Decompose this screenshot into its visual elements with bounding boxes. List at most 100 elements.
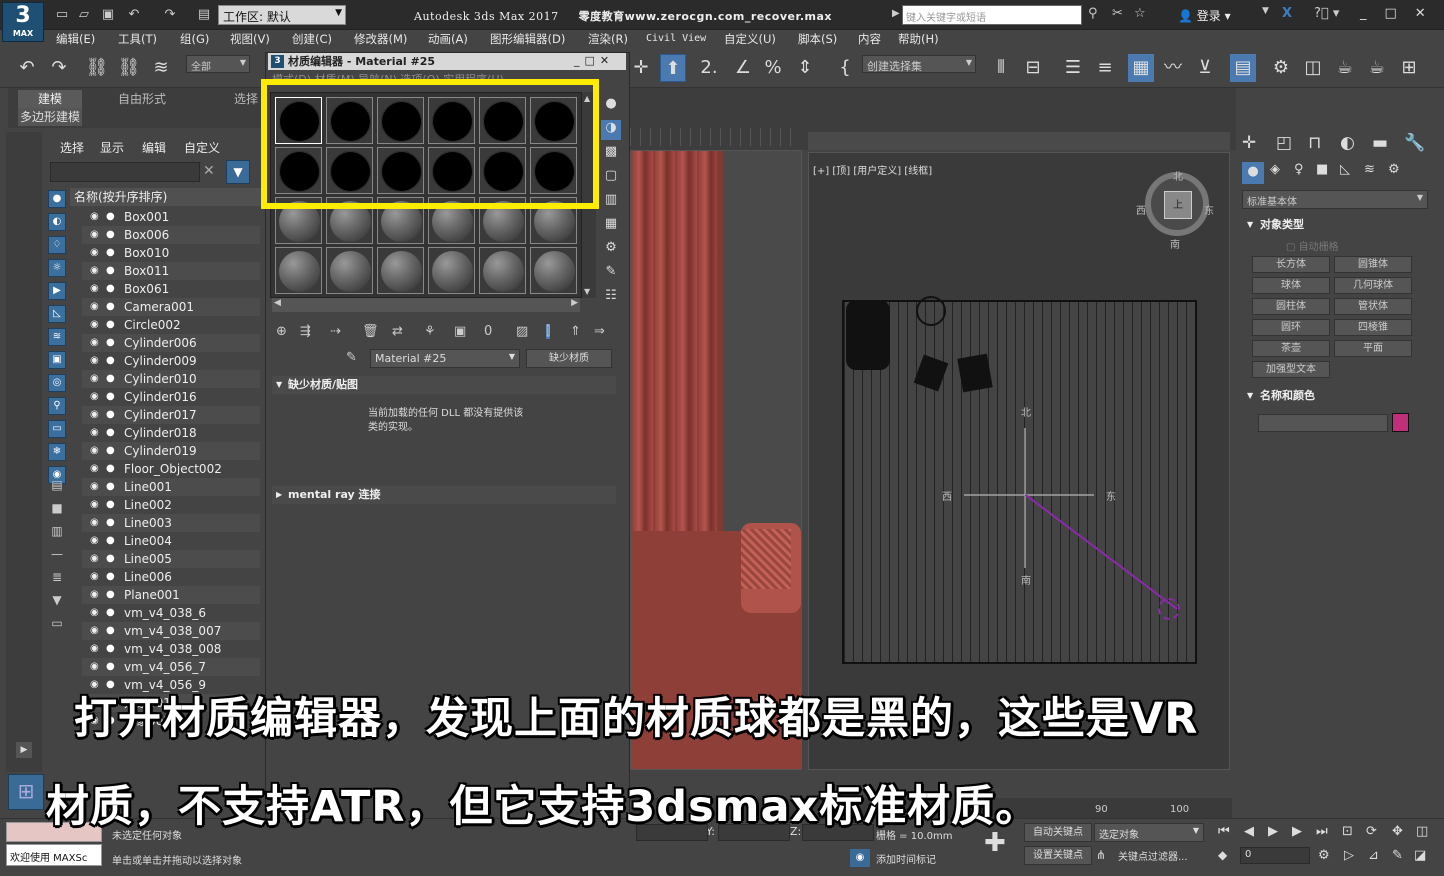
- material-editor-title[interactable]: 3 材质编辑器 - Material #25: [268, 53, 626, 70]
- list-item[interactable]: ◉ ● Cylinder006: [82, 334, 260, 352]
- backlight-icon[interactable]: ◑: [601, 120, 621, 140]
- pan-icon[interactable]: ✥: [1392, 824, 1403, 839]
- slots-hscrollbar[interactable]: ◀ ▶: [272, 298, 580, 312]
- layer-explorer-icon[interactable]: ☰: [1060, 54, 1086, 82]
- layers-icon[interactable]: ≣: [52, 570, 62, 584]
- filter-icon[interactable]: ▼: [226, 160, 250, 184]
- link-icon[interactable]: ⛓: [84, 54, 110, 82]
- video-color-check-icon[interactable]: ▥: [601, 192, 621, 212]
- list-item[interactable]: ◉ ● Cylinder009: [82, 352, 260, 370]
- eyedropper-icon[interactable]: ✎: [346, 350, 357, 365]
- menu-group[interactable]: 组(G): [180, 31, 209, 47]
- autogrid-checkbox[interactable]: ▢ 自动栅格: [1286, 238, 1339, 253]
- modify-tab-icon[interactable]: ◰: [1276, 133, 1292, 153]
- missing-material-button[interactable]: 缺少材质: [526, 349, 612, 368]
- star-icon[interactable]: ☆: [1134, 6, 1146, 21]
- render-setup-icon[interactable]: ⚙: [1268, 54, 1294, 82]
- visibility-eye-icon[interactable]: ◉: [90, 442, 99, 460]
- search-input[interactable]: 键入关键字或短语: [902, 5, 1082, 25]
- ribbon-toggle-icon[interactable]: ≡: [1092, 54, 1118, 82]
- window-controls[interactable]: _□✕: [1360, 6, 1444, 21]
- explorer-tab-edit[interactable]: 编辑: [142, 139, 166, 156]
- utilities-tab-icon[interactable]: 🔧: [1404, 133, 1425, 153]
- explorer-search-input[interactable]: [50, 162, 200, 182]
- explorer-tab-display[interactable]: 显示: [100, 139, 124, 156]
- list-item[interactable]: ◉ ● Box006: [82, 226, 260, 244]
- maxscript-welcome[interactable]: 欢迎使用 MAXSc: [6, 844, 102, 866]
- list-item[interactable]: ◉ ● Floor_Object002: [82, 460, 260, 478]
- ribbon-polygon-modeling[interactable]: 多边形建模: [18, 108, 82, 126]
- snaps-2-5-icon[interactable]: 2.: [696, 54, 722, 82]
- options-icon[interactable]: ⚙: [601, 240, 621, 260]
- object-category-dropdown[interactable]: 标准基本体 ▼: [1242, 190, 1428, 209]
- time-tag-icon[interactable]: ◉: [850, 849, 870, 867]
- key-selection-dropdown[interactable]: 选定对象 ▼: [1094, 823, 1204, 842]
- redo-icon[interactable]: ↷: [162, 7, 178, 23]
- ribbon-tab-modeling[interactable]: 建模: [18, 90, 82, 108]
- menu-tools[interactable]: 工具(T): [118, 31, 157, 47]
- explorer-tool-icons[interactable]: ▤ ■ ▥ — ≣ ▼ ▭: [50, 474, 64, 635]
- menu-create[interactable]: 创建(C): [292, 31, 332, 47]
- cameras-icon[interactable]: ■: [1316, 162, 1328, 177]
- material-editor-icon[interactable]: ▤: [1230, 54, 1256, 82]
- render-iterative-icon[interactable]: ☕: [1364, 54, 1390, 82]
- visibility-eye-icon[interactable]: ◉: [90, 298, 99, 316]
- menu-edit[interactable]: 编辑(E): [56, 31, 95, 47]
- sun-light-icon[interactable]: [1158, 598, 1180, 620]
- menu-animation[interactable]: 动画(A): [428, 31, 468, 47]
- app-logo[interactable]: 3 MAX: [2, 2, 44, 42]
- list-item[interactable]: ◉ ● Line006: [82, 568, 260, 586]
- lights-icon[interactable]: ♀: [1294, 162, 1304, 177]
- go-to-parent-icon[interactable]: ⇑: [570, 324, 581, 339]
- list-item[interactable]: ◉ ● vm_v4_038_008: [82, 640, 260, 658]
- redo-icon[interactable]: ↷: [46, 54, 72, 82]
- workspace-dropdown[interactable]: 工作区: 默认 ▼: [218, 5, 346, 25]
- chevron-down-icon[interactable]: ▼: [1262, 6, 1269, 16]
- visibility-eye-icon[interactable]: ◉: [90, 604, 99, 622]
- select-move-icon[interactable]: ✛: [628, 54, 654, 82]
- maximize-viewport-icon[interactable]: ⊿: [1368, 848, 1379, 863]
- list-item[interactable]: ◉ ● Line001: [82, 478, 260, 496]
- visibility-eye-icon[interactable]: ◉: [90, 622, 99, 640]
- geosphere-button[interactable]: 几何球体: [1334, 277, 1412, 294]
- selection-filter-dropdown[interactable]: 全部 ▼: [186, 55, 250, 73]
- square-icon[interactable]: ■: [51, 501, 62, 515]
- visibility-eye-icon[interactable]: ◉: [90, 424, 99, 442]
- exchange-icon[interactable]: X: [1282, 6, 1292, 21]
- scroll-left-icon[interactable]: ◀: [274, 298, 281, 308]
- display-all-icon[interactable]: ●: [48, 190, 66, 208]
- list-item[interactable]: ◉ ● Plane001: [82, 586, 260, 604]
- object-name-input[interactable]: [1258, 414, 1388, 432]
- visibility-eye-icon[interactable]: ◉: [90, 334, 99, 352]
- object-color-swatch[interactable]: [1392, 413, 1409, 432]
- time-config-icon[interactable]: ⚙: [1318, 848, 1330, 863]
- reset-map-icon[interactable]: 🗑: [362, 324, 379, 339]
- visibility-eye-icon[interactable]: ◉: [90, 280, 99, 298]
- document-icon[interactable]: ▥: [51, 524, 62, 538]
- rollout-mentalray[interactable]: ▶ mental ray 连接: [272, 486, 616, 504]
- visibility-eye-icon[interactable]: ◉: [90, 532, 99, 550]
- help-icon[interactable]: ?⃝ ▾: [1314, 6, 1339, 21]
- viewport-layout-icon[interactable]: ⊞: [8, 774, 44, 810]
- login-button[interactable]: 👤 登录 ▾: [1178, 7, 1231, 24]
- list-item[interactable]: ◉ ● Cylinder017: [82, 406, 260, 424]
- list-item[interactable]: ◉ ● vm_v4_038_007: [82, 622, 260, 640]
- spinner-snap-icon[interactable]: ⇕: [792, 54, 818, 82]
- teapot-button[interactable]: 茶壶: [1252, 340, 1330, 357]
- visibility-eye-icon[interactable]: ◉: [90, 640, 99, 658]
- helpers-filter-icon[interactable]: ◺: [48, 305, 66, 323]
- cameras-filter-icon[interactable]: ▶: [48, 282, 66, 300]
- visibility-eye-icon[interactable]: ◉: [90, 244, 99, 262]
- get-material-icon[interactable]: ⊕: [276, 324, 287, 339]
- geometry-filter-icon[interactable]: ◐: [48, 213, 66, 231]
- menu-views[interactable]: 视图(V): [230, 31, 270, 47]
- orbit-icon[interactable]: ⟳: [1366, 824, 1377, 839]
- scroll-down-icon[interactable]: ▼: [584, 287, 590, 296]
- visibility-eye-icon[interactable]: ◉: [90, 460, 99, 478]
- list-item[interactable]: ◉ ● Box001: [82, 208, 260, 226]
- material-slot[interactable]: [530, 247, 577, 294]
- material-slot[interactable]: [479, 247, 526, 294]
- menu-modifiers[interactable]: 修改器(M): [354, 31, 407, 47]
- clear-icon[interactable]: ✕: [203, 163, 215, 179]
- xrefs-filter-icon[interactable]: ◎: [48, 374, 66, 392]
